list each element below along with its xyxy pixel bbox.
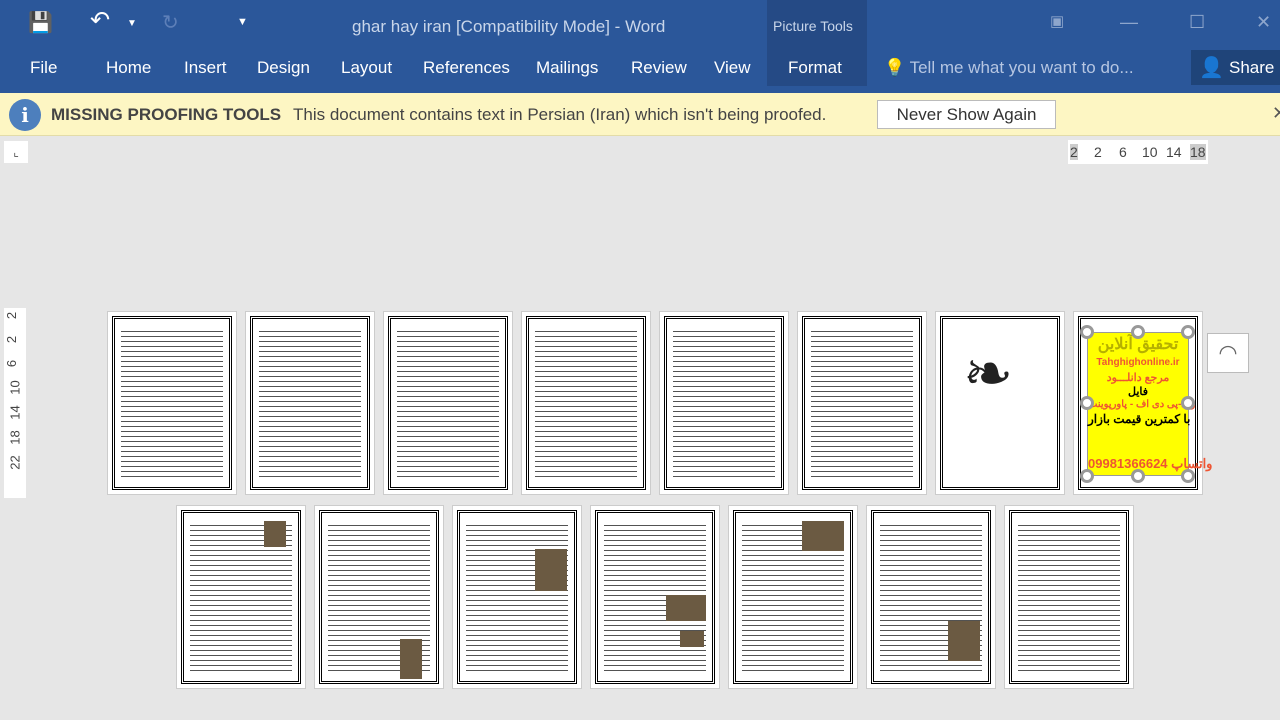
page-text [259, 329, 361, 477]
wrap-text-icon: ◠ [1218, 340, 1238, 365]
page-text [121, 329, 223, 477]
tab-design[interactable]: Design [257, 58, 310, 78]
calligraphy-image: ❧ [963, 340, 1014, 407]
info-icon: i [9, 99, 41, 131]
horizontal-ruler[interactable]: 2 2 6 10 14 18 [1068, 140, 1208, 164]
message-text: This document contains text in Persian (… [293, 105, 827, 124]
page-thumbnail[interactable] [866, 505, 996, 689]
page-image [680, 631, 704, 647]
page-thumbnail[interactable] [176, 505, 306, 689]
page-image [666, 595, 706, 621]
page-text [397, 329, 499, 477]
layout-options-button[interactable]: ◠ [1207, 333, 1249, 373]
ribbon-display-icon[interactable]: ▣ [1050, 12, 1064, 30]
page-image [264, 521, 286, 547]
page-text [673, 329, 775, 477]
message-bar: i MISSING PROOFING TOOLS This document c… [0, 93, 1280, 136]
minimize-icon[interactable]: — [1120, 12, 1138, 33]
page-image [948, 621, 980, 661]
resize-handle[interactable] [1181, 396, 1195, 410]
resize-handle[interactable] [1131, 325, 1145, 339]
page-thumbnail[interactable] [659, 311, 789, 495]
page-text [466, 523, 568, 671]
title-bar: 💾 ↶ ▼ ↻ ▼ ghar hay iran [Compatibility M… [0, 0, 1280, 93]
tell-me-search[interactable]: 💡 Tell me what you want to do... [884, 58, 1134, 78]
save-icon[interactable]: 💾 [28, 10, 53, 35]
tab-file[interactable]: File [30, 58, 57, 78]
page-thumbnail[interactable] [728, 505, 858, 689]
page-thumbnail[interactable] [590, 505, 720, 689]
vertical-ruler[interactable]: 2 2 6 10 14 18 22 [4, 308, 26, 498]
close-icon[interactable]: ✕ [1256, 12, 1271, 33]
undo-icon[interactable]: ↶ [90, 6, 110, 35]
page-text [811, 329, 913, 477]
tab-selector[interactable]: ⌞ [4, 141, 28, 163]
never-show-again-button[interactable]: Never Show Again [877, 100, 1056, 129]
resize-handle[interactable] [1181, 469, 1195, 483]
tab-view[interactable]: View [714, 58, 751, 78]
redo-icon[interactable]: ↻ [162, 10, 179, 35]
resize-handle[interactable] [1080, 325, 1094, 339]
tab-layout[interactable]: Layout [341, 58, 392, 78]
window-title: ghar hay iran [Compatibility Mode] - Wor… [352, 17, 666, 36]
resize-handle[interactable] [1131, 469, 1145, 483]
tab-review[interactable]: Review [631, 58, 687, 78]
customize-icon[interactable]: ▼ [237, 16, 248, 28]
page-thumbnail[interactable] [107, 311, 237, 495]
tab-mailings[interactable]: Mailings [536, 58, 598, 78]
page-text [1018, 523, 1120, 671]
maximize-icon[interactable]: ☐ [1189, 12, 1205, 33]
tab-home[interactable]: Home [106, 58, 151, 78]
page-thumbnail[interactable] [383, 311, 513, 495]
lightbulb-icon: 💡 [884, 58, 906, 77]
page-thumbnail[interactable] [245, 311, 375, 495]
resize-handle[interactable] [1181, 325, 1195, 339]
page-image [400, 639, 422, 679]
message-title: MISSING PROOFING TOOLS [51, 105, 282, 124]
resize-handle[interactable] [1080, 469, 1094, 483]
page-thumbnail[interactable]: ❧ [935, 311, 1065, 495]
page-image [802, 521, 844, 551]
resize-handle[interactable] [1080, 396, 1094, 410]
page-thumbnail[interactable] [797, 311, 927, 495]
undo-dropdown-icon[interactable]: ▼ [127, 18, 137, 29]
page-thumbnail[interactable] [452, 505, 582, 689]
share-button[interactable]: 👤 Share [1191, 50, 1280, 85]
page-text [535, 329, 637, 477]
tab-format[interactable]: Format [788, 58, 842, 78]
close-message-icon[interactable]: ✕ [1272, 103, 1280, 124]
page-thumbnail[interactable] [314, 505, 444, 689]
page-thumbnail[interactable] [521, 311, 651, 495]
person-add-icon: 👤 [1199, 57, 1224, 79]
page-image [535, 549, 567, 591]
tab-references[interactable]: References [423, 58, 510, 78]
tab-insert[interactable]: Insert [184, 58, 227, 78]
selected-picture[interactable]: تحقیق آنلاین Tahghighonline.ir مرجع دانل… [1087, 332, 1212, 476]
page-thumbnail[interactable] [1004, 505, 1134, 689]
